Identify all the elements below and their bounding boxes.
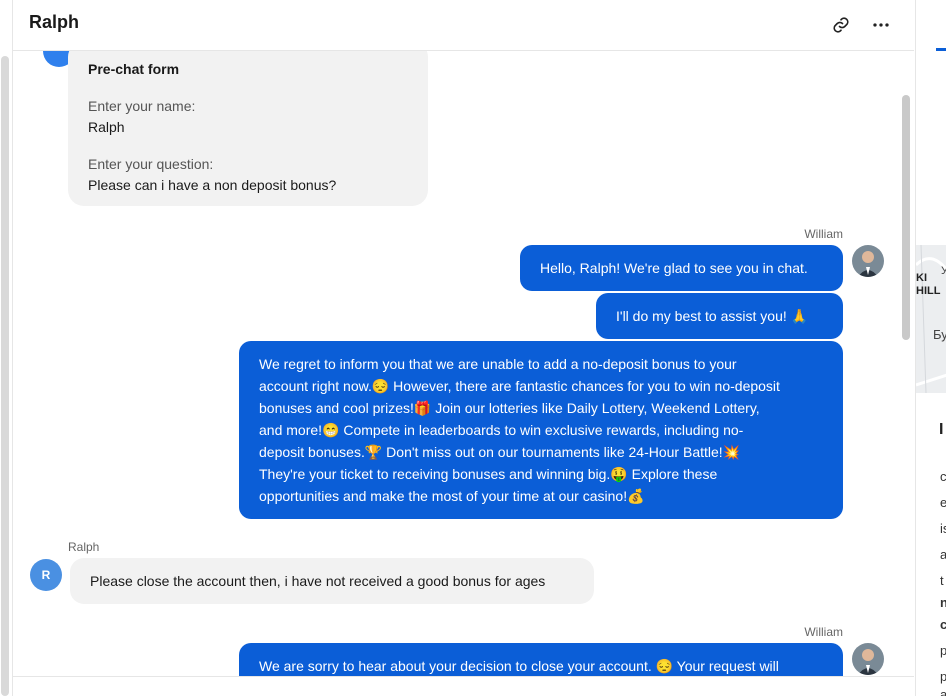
map-label: У (941, 265, 946, 277)
message-line: deposit bonuses.🏆 Don't miss out on our … (259, 444, 741, 460)
sender-name: William (804, 625, 843, 639)
right-info-panel: KI HILL У Бу I c e is a t n c p p a (915, 0, 946, 696)
prechat-form-card: Pre-chat form Enter your name: Ralph Ent… (68, 51, 428, 206)
chat-header: Ralph (13, 0, 914, 51)
message-text: Hello, Ralph! We're glad to see you in c… (540, 260, 808, 276)
copy-link-button[interactable] (829, 13, 853, 37)
message-line: They're your ticket to receiving bonuses… (259, 466, 718, 482)
name-label: Enter your name: (88, 98, 196, 114)
info-heading: I (939, 421, 944, 438)
message-text: Please close the account then, i have no… (90, 573, 546, 589)
sender-name: Ralph (68, 540, 100, 554)
map-label: KI (916, 272, 927, 284)
message-bubble: Please close the account then, i have no… (70, 558, 594, 604)
question-value: Please can i have a non deposit bonus? (88, 177, 337, 193)
message-text: I'll do my best to assist you! 🙏 (616, 308, 809, 324)
info-text: c (940, 617, 946, 632)
info-text: p (940, 669, 946, 684)
message-line: opportunities and make the most of your … (259, 488, 645, 504)
message-line: and more!😁 Compete in leaderboards to wi… (259, 422, 744, 438)
name-value: Ralph (88, 119, 125, 135)
message-line: bonuses and cool prizes!🎁 Join our lotte… (259, 400, 760, 416)
agent-avatar (852, 643, 884, 675)
question-label: Enter your question: (88, 156, 214, 172)
left-pane-strip (0, 0, 13, 696)
info-text: a (940, 687, 946, 696)
info-text: a (940, 547, 946, 562)
message-line: account right now.😔 However, there are f… (259, 378, 780, 394)
map-label: HILL (916, 285, 941, 297)
info-text: n (940, 595, 946, 610)
user-avatar: R (30, 559, 62, 591)
composer-area[interactable] (13, 676, 914, 697)
info-text: t (940, 573, 944, 588)
link-icon (833, 17, 849, 33)
message-text: We regret to inform you that we are unab… (259, 353, 780, 507)
sender-name: William (804, 227, 843, 241)
message-bubble: Hello, Ralph! We're glad to see you in c… (520, 245, 843, 291)
more-options-button[interactable] (869, 13, 893, 37)
map-label: Бу (933, 327, 946, 342)
prechat-form-title: Pre-chat form (88, 61, 180, 77)
left-scrollbar[interactable] (1, 56, 9, 696)
message-bubble: We are sorry to hear about your decision… (239, 643, 843, 676)
message-bubble: I'll do my best to assist you! 🙏 (596, 293, 843, 339)
info-text: is (940, 521, 946, 536)
chat-transcript[interactable]: Pre-chat form Enter your name: Ralph Ent… (13, 51, 914, 676)
chat-title: Ralph (29, 12, 80, 32)
message-text: We are sorry to hear about your decision… (259, 658, 779, 674)
info-text: p (940, 643, 946, 658)
message-line: We regret to inform you that we are unab… (259, 356, 737, 372)
more-horizontal-icon (873, 23, 889, 27)
info-text: e (940, 495, 946, 510)
info-text: c (940, 469, 946, 484)
agent-avatar (852, 245, 884, 277)
map-thumbnail[interactable]: KI HILL У Бу (916, 245, 946, 393)
message-bubble: We regret to inform you that we are unab… (239, 341, 843, 519)
active-tab-indicator (936, 48, 946, 51)
chat-scrollbar[interactable] (902, 95, 910, 340)
